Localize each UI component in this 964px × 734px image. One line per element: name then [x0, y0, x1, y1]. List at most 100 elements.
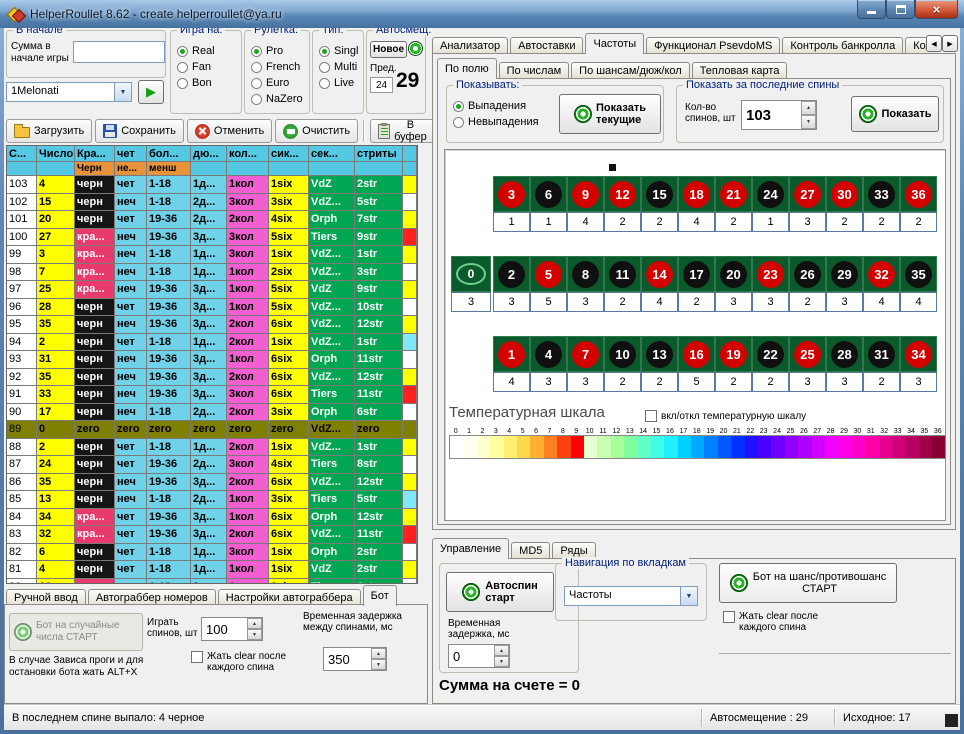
- rb-clear-after-spin-checkbox[interactable]: [723, 611, 735, 623]
- number-cell-18[interactable]: 18: [678, 176, 715, 212]
- radio-multi[interactable]: Multi: [319, 59, 358, 75]
- radio-0[interactable]: Выпадения: [453, 98, 539, 114]
- number-cell-32[interactable]: 32: [863, 256, 900, 292]
- zero-cell[interactable]: 0 3: [451, 256, 491, 312]
- stepper-up-icon[interactable]: [494, 645, 509, 656]
- stepper-down-icon[interactable]: [801, 115, 816, 129]
- clear-after-spin-checkbox[interactable]: [191, 651, 203, 663]
- chevron-down-icon[interactable]: [114, 83, 131, 101]
- spins-table[interactable]: С...ЧислоКра...четбол...дю...кол...сик..…: [6, 145, 418, 584]
- number-cell-15[interactable]: 15: [641, 176, 678, 212]
- number-cell-4[interactable]: 4: [530, 336, 567, 372]
- resize-grip[interactable]: [945, 714, 958, 727]
- stepper-down-icon[interactable]: [494, 656, 509, 667]
- autospin-start-button[interactable]: Автоспин старт: [446, 572, 554, 612]
- show-current-button[interactable]: Показать текущие: [559, 94, 661, 134]
- start-sum-input[interactable]: [73, 41, 165, 63]
- tab-rb-0[interactable]: Управление: [432, 538, 509, 559]
- number-cell-23[interactable]: 23: [752, 256, 789, 292]
- subtab-3[interactable]: Тепловая карта: [692, 62, 788, 79]
- radio-french[interactable]: French: [251, 59, 303, 75]
- number-cell-2[interactable]: 2: [493, 256, 530, 292]
- number-cell-12[interactable]: 12: [604, 176, 641, 212]
- number-cell-31[interactable]: 31: [863, 336, 900, 372]
- tab-rb-1[interactable]: MD5: [511, 542, 550, 559]
- radio-singl[interactable]: Singl: [319, 43, 358, 59]
- temperature-toggle-checkbox[interactable]: [645, 410, 657, 422]
- tab-navigation-combobox[interactable]: Частоты: [564, 586, 698, 606]
- number-cell-22[interactable]: 22: [752, 336, 789, 372]
- number-cell-10[interactable]: 10: [604, 336, 641, 372]
- radio-real[interactable]: Real: [177, 43, 215, 59]
- spins-qty-stepper[interactable]: 103: [741, 100, 817, 130]
- number-cell-21[interactable]: 21: [715, 176, 752, 212]
- random-bot-start-button[interactable]: Бот на случайные числа СТАРТ: [9, 613, 143, 651]
- number-cell-16[interactable]: 16: [678, 336, 715, 372]
- radio-euro[interactable]: Euro: [251, 75, 303, 91]
- radio-pro[interactable]: Pro: [251, 43, 303, 59]
- number-cell-17[interactable]: 17: [678, 256, 715, 292]
- toolbar-load-button[interactable]: Загрузить: [6, 119, 92, 143]
- number-cell-8[interactable]: 8: [567, 256, 604, 292]
- toolbar-save-button[interactable]: Сохранить: [95, 119, 184, 143]
- tab-right-2[interactable]: Частоты: [585, 33, 644, 54]
- number-cell-34[interactable]: 34: [900, 336, 937, 372]
- number-cell-26[interactable]: 26: [789, 256, 826, 292]
- show-button[interactable]: Показать: [851, 96, 939, 132]
- tab-right-0[interactable]: Анализатор: [432, 37, 508, 54]
- number-cell-9[interactable]: 9: [567, 176, 604, 212]
- subtab-2[interactable]: По шансам/дюж/кол: [571, 62, 690, 79]
- toolbar-buffer-button[interactable]: В буфер: [370, 119, 435, 143]
- tab-left-bottom-3[interactable]: Бот: [363, 585, 397, 606]
- chance-bot-start-button[interactable]: Бот на шанс/противошанс СТАРТ: [719, 563, 897, 603]
- number-cell-19[interactable]: 19: [715, 336, 752, 372]
- close-button[interactable]: ×: [915, 0, 958, 19]
- chevron-down-icon[interactable]: [680, 587, 697, 605]
- number-cell-24[interactable]: 24: [752, 176, 789, 212]
- profile-combobox[interactable]: 1Melonati: [6, 82, 132, 102]
- radio-1[interactable]: Невыпадения: [453, 114, 539, 130]
- tab-right-3[interactable]: Функционал PsevdoMS: [646, 37, 780, 54]
- number-cell-13[interactable]: 13: [641, 336, 678, 372]
- titlebar[interactable]: HelperRoullet 8.62 - create helperroulle…: [0, 0, 964, 28]
- number-cell-5[interactable]: 5: [530, 256, 567, 292]
- radio-nazero[interactable]: NaZero: [251, 91, 303, 107]
- toolbar-undo-button[interactable]: Отменить: [187, 119, 272, 143]
- new-offset-button[interactable]: Новое: [370, 41, 407, 58]
- number-cell-7[interactable]: 7: [567, 336, 604, 372]
- tab-scroll-right-button[interactable]: ▶: [942, 35, 958, 52]
- play-button[interactable]: [138, 80, 164, 104]
- subtab-0[interactable]: По полю: [437, 58, 497, 79]
- spins-count-stepper[interactable]: 100: [201, 617, 263, 641]
- stepper-up-icon[interactable]: [247, 618, 262, 629]
- number-cell-3[interactable]: 3: [493, 176, 530, 212]
- stepper-down-icon[interactable]: [371, 659, 386, 670]
- stepper-up-icon[interactable]: [371, 648, 386, 659]
- radio-bon[interactable]: Bon: [177, 75, 215, 91]
- number-cell-29[interactable]: 29: [826, 256, 863, 292]
- subtab-1[interactable]: По числам: [499, 62, 570, 79]
- number-cell-30[interactable]: 30: [826, 176, 863, 212]
- rb-delay-stepper[interactable]: 0: [448, 644, 510, 668]
- number-cell-20[interactable]: 20: [715, 256, 752, 292]
- tab-right-1[interactable]: Автоставки: [510, 37, 583, 54]
- tab-scroll-left-button[interactable]: ◀: [926, 35, 942, 52]
- number-cell-33[interactable]: 33: [863, 176, 900, 212]
- number-cell-36[interactable]: 36: [900, 176, 937, 212]
- spin-delay-stepper[interactable]: 350: [323, 647, 387, 671]
- number-cell-35[interactable]: 35: [900, 256, 937, 292]
- number-cell-11[interactable]: 11: [604, 256, 641, 292]
- number-cell-28[interactable]: 28: [826, 336, 863, 372]
- maximize-button[interactable]: [886, 0, 915, 19]
- number-cell-27[interactable]: 27: [789, 176, 826, 212]
- tab-right-4[interactable]: Контроль банкролла: [782, 37, 903, 54]
- stepper-down-icon[interactable]: [247, 629, 262, 640]
- radio-live[interactable]: Live: [319, 75, 358, 91]
- number-cell-25[interactable]: 25: [789, 336, 826, 372]
- number-cell-1[interactable]: 1: [493, 336, 530, 372]
- number-cell-14[interactable]: 14: [641, 256, 678, 292]
- number-cell-6[interactable]: 6: [530, 176, 567, 212]
- radio-fan[interactable]: Fan: [177, 59, 215, 75]
- stepper-up-icon[interactable]: [801, 101, 816, 115]
- minimize-button[interactable]: [857, 0, 886, 19]
